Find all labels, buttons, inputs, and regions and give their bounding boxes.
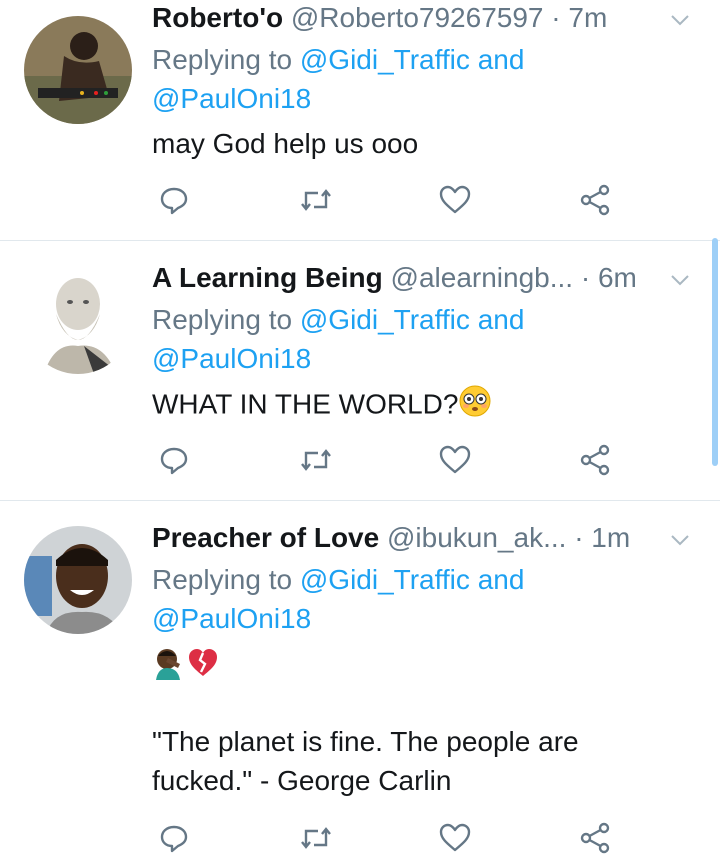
reply-icon[interactable] [152, 178, 196, 222]
tweet-2[interactable]: A Learning Being @alearningb... · 6m Rep… [0, 260, 720, 500]
like-icon[interactable] [433, 178, 477, 222]
retweet-icon[interactable] [294, 438, 338, 482]
avatar[interactable] [24, 16, 132, 124]
tweet-text: WHAT IN THE WORLD? [152, 388, 459, 420]
mention-link[interactable]: @PaulOni18 [152, 343, 311, 374]
separator-dot: · [574, 522, 584, 553]
display-name[interactable]: A Learning Being [152, 262, 383, 293]
like-icon[interactable] [433, 438, 477, 482]
mention-link[interactable]: @PaulOni18 [152, 603, 311, 634]
display-name[interactable]: Roberto'o [152, 2, 283, 33]
separator-dot: · [551, 2, 561, 33]
share-icon[interactable] [573, 438, 617, 482]
like-icon[interactable] [433, 816, 477, 860]
replying-to: Replying to @Gidi_Traffic and [152, 304, 525, 335]
timestamp[interactable]: 1m [591, 522, 630, 553]
broken-heart-icon [186, 646, 220, 690]
emoji-line [152, 646, 692, 690]
tweet-1[interactable]: Roberto'o @Roberto79267597 · 7m Replying… [0, 0, 720, 240]
avatar[interactable] [24, 526, 132, 634]
tweet-divider [0, 500, 720, 501]
scrollbar[interactable] [712, 238, 718, 466]
user-handle[interactable]: @Roberto79267597 [291, 2, 544, 33]
timestamp[interactable]: 7m [568, 2, 607, 33]
replying-to: Replying to @Gidi_Traffic and [152, 44, 525, 75]
share-icon[interactable] [573, 816, 617, 860]
flushed-face-icon [458, 384, 492, 428]
user-handle[interactable]: @ibukun_ak... [387, 522, 566, 553]
chevron-down-icon[interactable] [668, 8, 690, 30]
mention-link[interactable]: @Gidi_Traffic [300, 44, 470, 75]
reply-icon[interactable] [152, 438, 196, 482]
retweet-icon[interactable] [294, 816, 338, 860]
tweet-text: may God help us ooo [152, 128, 419, 159]
facepalm-icon [152, 646, 186, 690]
user-handle[interactable]: @alearningb... [391, 262, 574, 293]
mention-link[interactable]: @Gidi_Traffic [300, 564, 470, 595]
timestamp[interactable]: 6m [598, 262, 637, 293]
share-icon[interactable] [573, 178, 617, 222]
tweet-text-line: fucked." - George Carlin [152, 765, 452, 796]
mention-link[interactable]: @Gidi_Traffic [300, 304, 470, 335]
separator-dot: · [580, 262, 591, 293]
avatar[interactable] [24, 266, 132, 374]
replying-to: Replying to @Gidi_Traffic and [152, 564, 525, 595]
reply-icon[interactable] [152, 816, 196, 860]
retweet-icon[interactable] [294, 178, 338, 222]
display-name[interactable]: Preacher of Love [152, 522, 379, 553]
mention-link[interactable]: @PaulOni18 [152, 83, 311, 114]
tweet-3[interactable]: Preacher of Love @ibukun_ak... · 1m Repl… [0, 520, 720, 854]
tweet-text-container: WHAT IN THE WORLD? [152, 384, 692, 428]
tweet-text-line: "The planet is fine. The people are [152, 726, 579, 757]
chevron-down-icon[interactable] [668, 268, 690, 290]
tweet-divider [0, 240, 720, 241]
chevron-down-icon[interactable] [668, 528, 690, 550]
